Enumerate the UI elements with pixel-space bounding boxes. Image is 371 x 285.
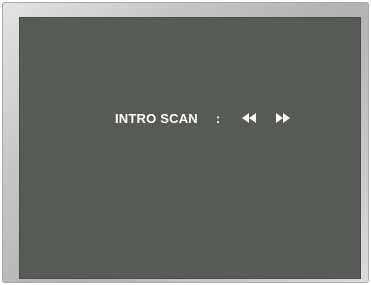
- monitor-bezel: INTRO SCAN :: [2, 2, 369, 283]
- fast-forward-icon[interactable]: [276, 113, 291, 123]
- osd-screen: INTRO SCAN :: [19, 17, 361, 279]
- intro-scan-row: INTRO SCAN :: [115, 109, 291, 127]
- intro-scan-label: INTRO SCAN: [115, 110, 198, 126]
- separator-colon: :: [215, 110, 221, 126]
- rewind-icon[interactable]: [242, 113, 257, 123]
